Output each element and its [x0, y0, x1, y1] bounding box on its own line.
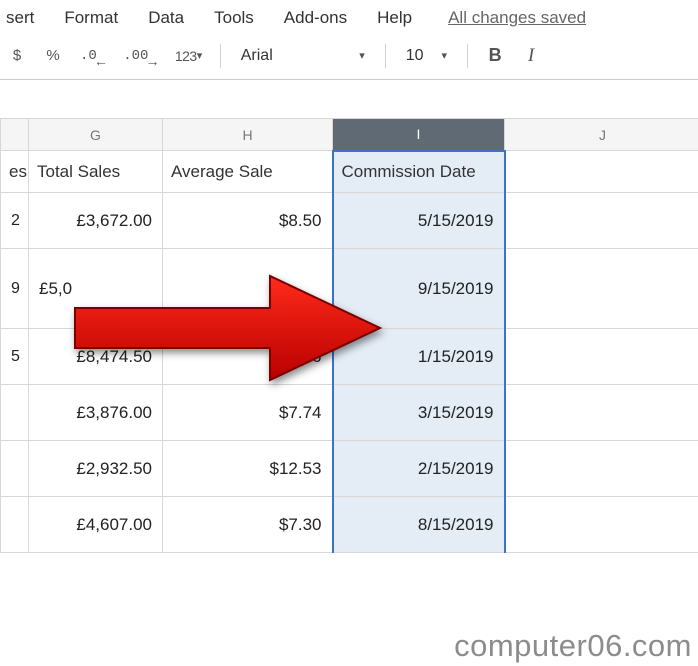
col-header-I[interactable]: I [333, 119, 505, 151]
cell[interactable] [505, 151, 698, 193]
cell[interactable]: 3/15/2019 [333, 385, 505, 441]
cell[interactable]: £3,672.00 [29, 193, 163, 249]
cell[interactable]: Average Sale [163, 151, 333, 193]
font-family-picker[interactable]: Arial ▾ [233, 47, 373, 65]
cell[interactable] [1, 497, 29, 553]
menu-data[interactable]: Data [142, 6, 190, 30]
cell[interactable] [163, 249, 333, 329]
grid[interactable]: G H I J es Total Sales Average Sale Comm… [0, 118, 698, 553]
save-status[interactable]: All changes saved [448, 8, 586, 28]
cell[interactable]: £8,474.50 [29, 329, 163, 385]
more-formats-label: 123 [175, 48, 197, 64]
toolbar-separator [385, 44, 386, 68]
col-header-F[interactable] [1, 119, 29, 151]
col-header-G[interactable]: G [29, 119, 163, 151]
bold-button[interactable]: B [480, 41, 510, 71]
cell[interactable]: 8/15/2019 [333, 497, 505, 553]
cell[interactable] [505, 193, 698, 249]
cell[interactable] [505, 385, 698, 441]
cell[interactable]: es [1, 151, 29, 193]
font-size-label: 10 [406, 47, 424, 65]
currency-button[interactable]: $ [2, 41, 32, 71]
decrease-decimal-label: .0 [80, 49, 97, 63]
cell[interactable]: 5 [1, 329, 29, 385]
toolbar: $ % .0← .00→ 123▾ Arial ▾ 10 ▾ B I [0, 36, 698, 80]
cell[interactable]: $7.30 [163, 497, 333, 553]
font-family-label: Arial [241, 47, 273, 65]
table-row: £3,876.00 $7.74 3/15/2019 [1, 385, 698, 441]
cell[interactable]: 9 [1, 249, 29, 329]
cell[interactable]: 9/15/2019 [333, 249, 505, 329]
menu-format[interactable]: Format [58, 6, 124, 30]
cell[interactable] [505, 249, 698, 329]
cell[interactable]: £3,876.00 [29, 385, 163, 441]
cell[interactable] [1, 441, 29, 497]
toolbar-separator [220, 44, 221, 68]
cell[interactable]: $12.53 [163, 441, 333, 497]
cell[interactable]: 2/15/2019 [333, 441, 505, 497]
menu-tools[interactable]: Tools [208, 6, 260, 30]
cell[interactable]: 5/15/2019 [333, 193, 505, 249]
table-row: 2 £3,672.00 $8.50 5/15/2019 [1, 193, 698, 249]
cell[interactable] [505, 441, 698, 497]
decrease-decimal-button[interactable]: .0← [74, 41, 111, 71]
table-row: £4,607.00 $7.30 8/15/2019 [1, 497, 698, 553]
cell[interactable]: 2 [1, 193, 29, 249]
font-size-picker[interactable]: 10 ▾ [398, 47, 455, 65]
cell[interactable]: Total Sales [29, 151, 163, 193]
cell[interactable]: £2,932.50 [29, 441, 163, 497]
cell[interactable]: £4,607.00 [29, 497, 163, 553]
col-header-J[interactable]: J [505, 119, 698, 151]
column-header-row: G H I J [1, 119, 698, 151]
cell[interactable]: $7.74 [163, 385, 333, 441]
more-formats-button[interactable]: 123▾ [169, 41, 208, 71]
chevron-down-icon: ▾ [442, 49, 448, 62]
cell[interactable] [505, 329, 698, 385]
menu-insert[interactable]: sert [0, 6, 40, 30]
spreadsheet: G H I J es Total Sales Average Sale Comm… [0, 118, 698, 553]
chevron-down-icon: ▾ [359, 49, 365, 62]
increase-decimal-button[interactable]: .00→ [117, 41, 163, 71]
menu-help[interactable]: Help [371, 6, 418, 30]
table-row: £2,932.50 $12.53 2/15/2019 [1, 441, 698, 497]
header-row: es Total Sales Average Sale Commission D… [1, 151, 698, 193]
toolbar-separator [467, 44, 468, 68]
cell[interactable] [1, 385, 29, 441]
cell[interactable]: 1/15/2019 [333, 329, 505, 385]
watermark: computer06.com [454, 628, 692, 664]
cell-commission-date-header[interactable]: Commission Date [333, 151, 505, 193]
cell[interactable] [505, 497, 698, 553]
italic-button[interactable]: I [516, 41, 546, 71]
menu-addons[interactable]: Add-ons [278, 6, 353, 30]
increase-decimal-label: .00 [123, 49, 148, 63]
percent-button[interactable]: % [38, 41, 68, 71]
cell[interactable]: $10.66 [163, 329, 333, 385]
col-header-H[interactable]: H [163, 119, 333, 151]
table-row: 9 £5,0 9/15/2019 [1, 249, 698, 329]
cell[interactable]: £5,0 [29, 249, 163, 329]
cell[interactable]: $8.50 [163, 193, 333, 249]
menu-bar: sert Format Data Tools Add-ons Help All … [0, 0, 698, 36]
table-row: 5 £8,474.50 $10.66 1/15/2019 [1, 329, 698, 385]
